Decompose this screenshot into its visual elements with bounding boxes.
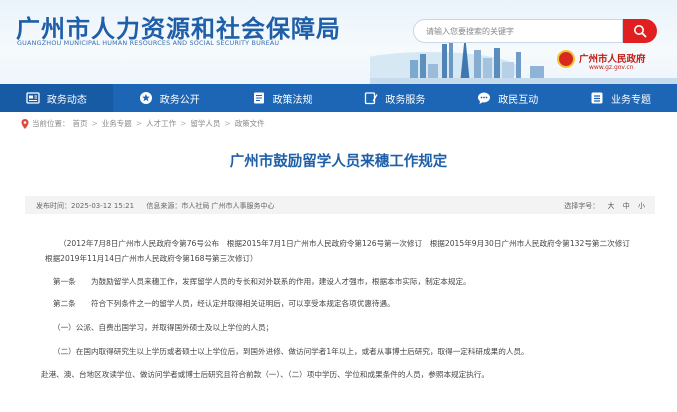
info-source: 信息来源：市人社局 广州市人事服务中心 [146, 202, 275, 210]
breadcrumb-policy-docs[interactable]: 政策文件 [235, 118, 265, 129]
nav-label: 业务专题 [611, 94, 652, 106]
article-paragraph: （2012年7月8日广州市人民政府令第76号公布 根据2015年7月1日广州市人… [45, 239, 638, 263]
edit-icon [365, 92, 378, 105]
nav-label: 政务公开 [159, 94, 200, 106]
gov-portal-link[interactable]: 广州市人民政府 [579, 51, 646, 65]
search-input[interactable]: 请输入您要搜索的关键字 [413, 19, 623, 43]
font-size-large-button[interactable]: 大 [608, 202, 615, 210]
site-subtitle: GUANGZHOU MUNICIPAL HUMAN RESOURCES AND … [17, 39, 280, 47]
list-icon [591, 92, 603, 104]
search-icon [634, 25, 647, 38]
article-paragraph: 第二条 符合下列条件之一的留学人员，经认定并取得相关证明后，可以享受本规定各项优… [53, 299, 395, 308]
article-paragraph: （一）公派、自费出国学习，并取得国外硕士及以上学位的人员； [53, 323, 274, 332]
nav-label: 政策法规 [272, 94, 313, 106]
book-icon [253, 92, 264, 104]
newspaper-icon [26, 92, 40, 104]
nav-item-services[interactable]: 政务服务 [338, 84, 451, 112]
search-placeholder: 请输入您要搜索的关键字 [426, 27, 514, 36]
main-nav: 政务动态 政务公开 政策法规 政务服务 政民互动 业务专题 [0, 84, 677, 112]
font-size-medium-button[interactable]: 中 [623, 202, 630, 210]
font-size-label: 选择字号： [564, 202, 600, 210]
breadcrumb: 当前位置： 首页 > 业务专题 > 人才工作 > 留学人员 > 政策文件 [21, 118, 265, 129]
nav-label: 政务动态 [46, 94, 87, 106]
star-icon [139, 92, 152, 104]
article-paragraph: （二）在国内取得研究生以上学历或者硕士以上学位后，到国外进修、做访问学者1年以上… [53, 347, 529, 356]
nav-item-disclosure[interactable]: 政务公开 [113, 84, 226, 112]
gov-emblem-icon[interactable] [557, 50, 575, 68]
nav-label: 政民互动 [498, 94, 539, 106]
breadcrumb-topics[interactable]: 业务专题 [102, 118, 132, 129]
breadcrumb-prefix: 当前位置： [32, 119, 70, 128]
article-paragraph: 赴港、澳、台地区攻读学位、做访问学者或博士后研究且符合前款（一）、（二）项中学历… [41, 370, 490, 379]
nav-item-news[interactable]: 政务动态 [0, 84, 113, 112]
breadcrumb-home[interactable]: 首页 [73, 118, 88, 129]
font-size-small-button[interactable]: 小 [638, 202, 645, 210]
breadcrumb-overseas-students[interactable]: 留学人员 [190, 118, 220, 129]
nav-item-policy[interactable]: 政策法规 [226, 84, 339, 112]
nav-item-interaction[interactable]: 政民互动 [451, 84, 564, 112]
article-paragraph: 第一条 为鼓励留学人员来穗工作，发挥留学人员的专长和对外联系的作用，建设人才强市… [53, 277, 471, 286]
header-banner: 广州市人力资源和社会保障局 GUANGZHOU MUNICIPAL HUMAN … [0, 0, 677, 84]
article-title: 广州市鼓励留学人员来穗工作规定 [229, 154, 448, 170]
nav-item-topics[interactable]: 业务专题 [564, 84, 677, 112]
search-button[interactable] [623, 19, 657, 43]
location-pin-icon [21, 118, 29, 129]
breadcrumb-separator: > [180, 119, 187, 128]
chat-icon [478, 92, 491, 104]
breadcrumb-separator: > [224, 119, 231, 128]
publish-time: 发布时间：2025-03-12 15:21 [36, 202, 135, 210]
gov-portal-url: www.gz.gov.cn [589, 64, 634, 71]
breadcrumb-separator: > [135, 119, 143, 128]
breadcrumb-talent-work[interactable]: 人才工作 [146, 118, 176, 129]
breadcrumb-separator: > [91, 119, 98, 128]
article-meta-bar: 发布时间：2025-03-12 15:21 信息来源：市人社局 广州市人事服务中… [25, 196, 655, 214]
nav-label: 政务服务 [385, 94, 426, 106]
